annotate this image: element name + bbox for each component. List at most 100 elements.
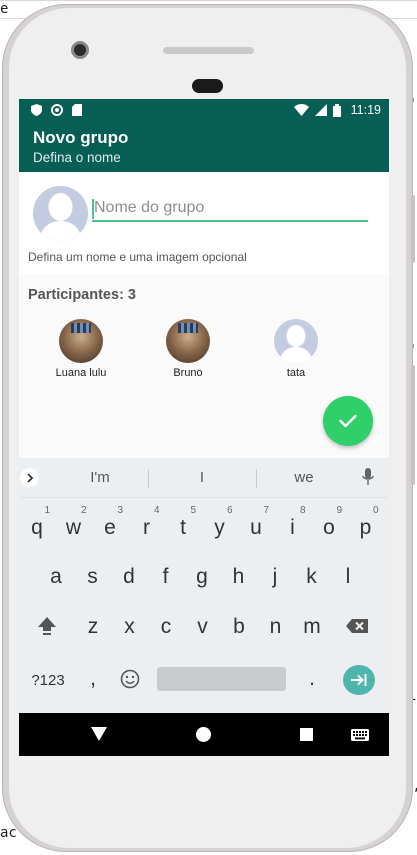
recents-icon[interactable]	[300, 728, 313, 741]
default-avatar-icon	[279, 325, 313, 363]
key-z[interactable]: z	[77, 609, 109, 645]
key-j[interactable]: j	[259, 559, 291, 595]
key-f[interactable]: f	[150, 559, 182, 595]
key-r[interactable]: r4	[131, 505, 163, 546]
backspace-key[interactable]	[341, 608, 373, 644]
key-i[interactable]: i8	[277, 505, 309, 546]
group-name-input[interactable]	[92, 196, 368, 222]
key-label: e	[104, 516, 116, 539]
shift-icon	[38, 617, 56, 635]
soft-keyboard: I'm I we q1w2e3r4t5y6u7i8o9p0 asdfghjkl …	[19, 458, 389, 713]
key-c[interactable]: c	[150, 609, 182, 645]
key-d[interactable]: d	[113, 559, 145, 595]
key-q[interactable]: q1	[21, 505, 53, 546]
battery-icon	[332, 103, 341, 117]
key-n[interactable]: n	[260, 609, 292, 645]
sd-card-icon	[72, 104, 82, 116]
period-key[interactable]: .	[296, 661, 328, 697]
key-number-hint: 1	[44, 505, 50, 516]
status-time: 11:19	[350, 103, 381, 117]
key-number-hint: 7	[263, 505, 269, 516]
suggestion-word[interactable]: I	[172, 469, 232, 486]
participant-item[interactable]: Luana lulu	[41, 319, 121, 379]
device-screen: 11:19 Novo grupo Defina o nome Defina um…	[19, 99, 389, 756]
enter-key[interactable]	[343, 665, 375, 695]
key-y[interactable]: y6	[204, 505, 236, 546]
record-icon	[51, 104, 63, 116]
background-rule	[0, 0, 417, 1]
participant-name: Bruno	[173, 367, 203, 379]
participant-name: tata	[286, 367, 306, 379]
participant-name: Luana lulu	[55, 367, 107, 379]
key-label: t	[180, 516, 186, 539]
key-number-hint: 4	[153, 505, 160, 516]
key-number-hint: 6	[226, 505, 233, 516]
key-label: p	[359, 516, 372, 539]
suggestion-divider	[256, 469, 257, 488]
back-icon[interactable]	[91, 727, 107, 741]
group-name-hint: Defina um nome e uma imagem opcional	[28, 250, 247, 264]
front-camera	[71, 41, 89, 59]
group-info-card: Defina um nome e uma imagem opcional	[19, 172, 389, 274]
key-m[interactable]: m	[296, 609, 328, 645]
shift-key[interactable]	[31, 608, 63, 644]
key-l[interactable]: l	[332, 559, 364, 595]
confirm-group-button[interactable]	[323, 396, 373, 446]
key-label: r	[143, 516, 150, 539]
key-k[interactable]: k	[296, 559, 328, 595]
key-w[interactable]: w2	[58, 505, 90, 546]
default-avatar-icon	[33, 186, 88, 241]
key-v[interactable]: v	[187, 609, 219, 645]
key-label: y	[214, 516, 225, 539]
participant-item[interactable]: Bruno	[148, 319, 228, 379]
symbols-key[interactable]: ?123	[28, 663, 68, 699]
key-label: u	[250, 516, 262, 539]
comma-key[interactable]: ,	[77, 661, 109, 697]
key-o[interactable]: o9	[313, 505, 345, 546]
suggestion-divider	[148, 469, 149, 488]
avatar	[59, 319, 103, 363]
key-h[interactable]: h	[223, 559, 255, 595]
backspace-icon	[346, 619, 368, 633]
key-number-hint: 8	[299, 505, 306, 516]
key-label: o	[323, 516, 335, 539]
background-text: e	[0, 1, 9, 17]
navigation-bar	[19, 713, 389, 756]
app-bar: Novo grupo Defina o nome	[19, 121, 389, 172]
key-x[interactable]: x	[114, 609, 146, 645]
suggestion-word[interactable]: I'm	[70, 469, 130, 486]
key-number-hint: 9	[336, 505, 342, 516]
key-g[interactable]: g	[186, 559, 218, 595]
participant-item[interactable]: tata	[256, 319, 336, 379]
key-u[interactable]: u7	[240, 505, 272, 546]
key-label: i	[290, 516, 295, 539]
home-icon[interactable]	[196, 727, 211, 742]
key-label: q	[31, 516, 43, 539]
group-image-picker[interactable]	[33, 186, 88, 241]
emoji-key[interactable]	[114, 661, 146, 697]
participants-header: Participantes: 3	[28, 287, 136, 303]
key-p[interactable]: p0	[350, 505, 382, 546]
key-a[interactable]: a	[40, 559, 72, 595]
key-t[interactable]: t5	[167, 505, 199, 546]
space-key[interactable]	[157, 667, 286, 691]
microphone-icon[interactable]	[362, 468, 374, 486]
background-text: ac	[0, 825, 17, 841]
key-b[interactable]: b	[223, 609, 255, 645]
key-s[interactable]: s	[77, 559, 109, 595]
avatar	[274, 319, 318, 363]
power-button	[411, 195, 415, 263]
key-e[interactable]: e3	[94, 505, 126, 546]
status-bar: 11:19	[19, 99, 389, 121]
earpiece-speaker	[163, 47, 254, 54]
keyboard-switch-icon[interactable]	[351, 729, 369, 741]
suggestion-word[interactable]: we	[274, 469, 334, 486]
key-label: w	[65, 516, 82, 539]
check-icon	[339, 414, 357, 428]
wifi-icon	[293, 104, 309, 116]
participants-section: Participantes: 3 Luana lulu Bruno tata	[19, 274, 389, 460]
chevron-right-icon	[26, 472, 33, 483]
signal-icon	[314, 104, 327, 116]
proximity-sensor	[192, 79, 223, 93]
suggestion-expand-button[interactable]	[20, 468, 39, 487]
